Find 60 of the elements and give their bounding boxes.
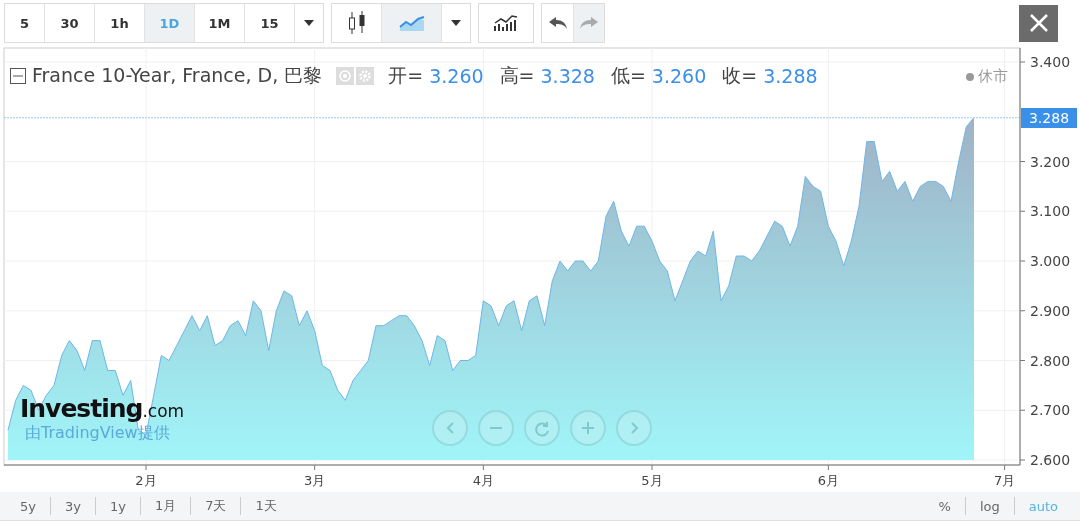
ohlc-value: 3.288: [763, 65, 818, 87]
x-axis-label: 6月: [817, 473, 839, 488]
series-title: France 10-Year, France, D, 巴黎: [32, 63, 323, 88]
chevron-left-icon: [446, 423, 454, 433]
eye-icon: [338, 69, 353, 83]
chart-nav-button[interactable]: [570, 410, 606, 446]
settings-icon: [358, 69, 373, 83]
x-axis-label: 5月: [641, 473, 663, 488]
minus-icon: [490, 427, 502, 429]
y-axis-label: 2.700: [1030, 402, 1071, 419]
refresh-icon: [535, 421, 549, 435]
indicators-button[interactable]: [478, 3, 534, 43]
range-button[interactable]: 1月: [140, 497, 192, 515]
range-button[interactable]: 1y: [95, 497, 141, 515]
x-axis-label: 7月: [994, 473, 1016, 488]
ohlc-label: 收=: [722, 63, 758, 88]
caret-icon: [451, 20, 461, 26]
market-status: 休市: [966, 66, 1008, 86]
investing-logo: Investing.com: [20, 394, 185, 423]
redo-icon: [579, 16, 599, 30]
ohlc-label: 高=: [499, 63, 535, 88]
range-button[interactable]: 5y: [8, 497, 51, 515]
close-button[interactable]: [1019, 4, 1058, 42]
settings-button[interactable]: [356, 67, 375, 85]
range-button[interactable]: 3y: [50, 497, 96, 515]
plus-icon: [582, 422, 594, 434]
ohlc-value: 3.260: [651, 65, 707, 87]
chevron-right-icon: [630, 423, 638, 433]
ohlc-label: 开=: [388, 63, 424, 88]
chart-nav-button[interactable]: [432, 410, 468, 446]
x-axis-label: 2月: [135, 473, 157, 488]
bar-chart-icon: [493, 14, 519, 32]
range-button[interactable]: 1天: [241, 497, 291, 515]
chart-nav-button[interactable]: [524, 410, 560, 446]
area-chart-icon: [398, 15, 425, 31]
ohlc-value: 3.328: [540, 65, 595, 87]
y-axis-label: 3.000: [1030, 253, 1071, 269]
scale-option[interactable]: %: [926, 497, 966, 515]
x-axis-label: 4月: [472, 473, 494, 488]
close-icon: [1028, 13, 1049, 33]
ohlc-label: 低=: [610, 63, 646, 88]
y-axis-label: 3.400: [1030, 54, 1071, 70]
tradingview-credit: 由TradingView提供: [25, 423, 171, 444]
scale-option[interactable]: log: [965, 497, 1015, 515]
range-button[interactable]: 7天: [191, 497, 242, 515]
y-axis-label: 3.200: [1030, 153, 1071, 170]
price-tag: 3.288: [1021, 107, 1077, 128]
undo-icon: [547, 16, 568, 30]
visibility-button[interactable]: [336, 67, 355, 85]
ohlc-value: 3.260: [429, 65, 484, 87]
y-axis-label: 3.100: [1030, 203, 1071, 220]
chart-nav-button[interactable]: [616, 410, 652, 446]
y-axis-label: 2.600: [1030, 452, 1071, 468]
x-axis-label: 3月: [304, 473, 326, 488]
y-axis-label: 2.900: [1030, 302, 1071, 319]
collapse-icon[interactable]: [10, 68, 26, 84]
candlestick-icon: [346, 10, 367, 36]
y-axis-label: 2.800: [1030, 352, 1071, 369]
chart-nav-button[interactable]: [478, 410, 514, 446]
caret-icon: [304, 20, 314, 26]
